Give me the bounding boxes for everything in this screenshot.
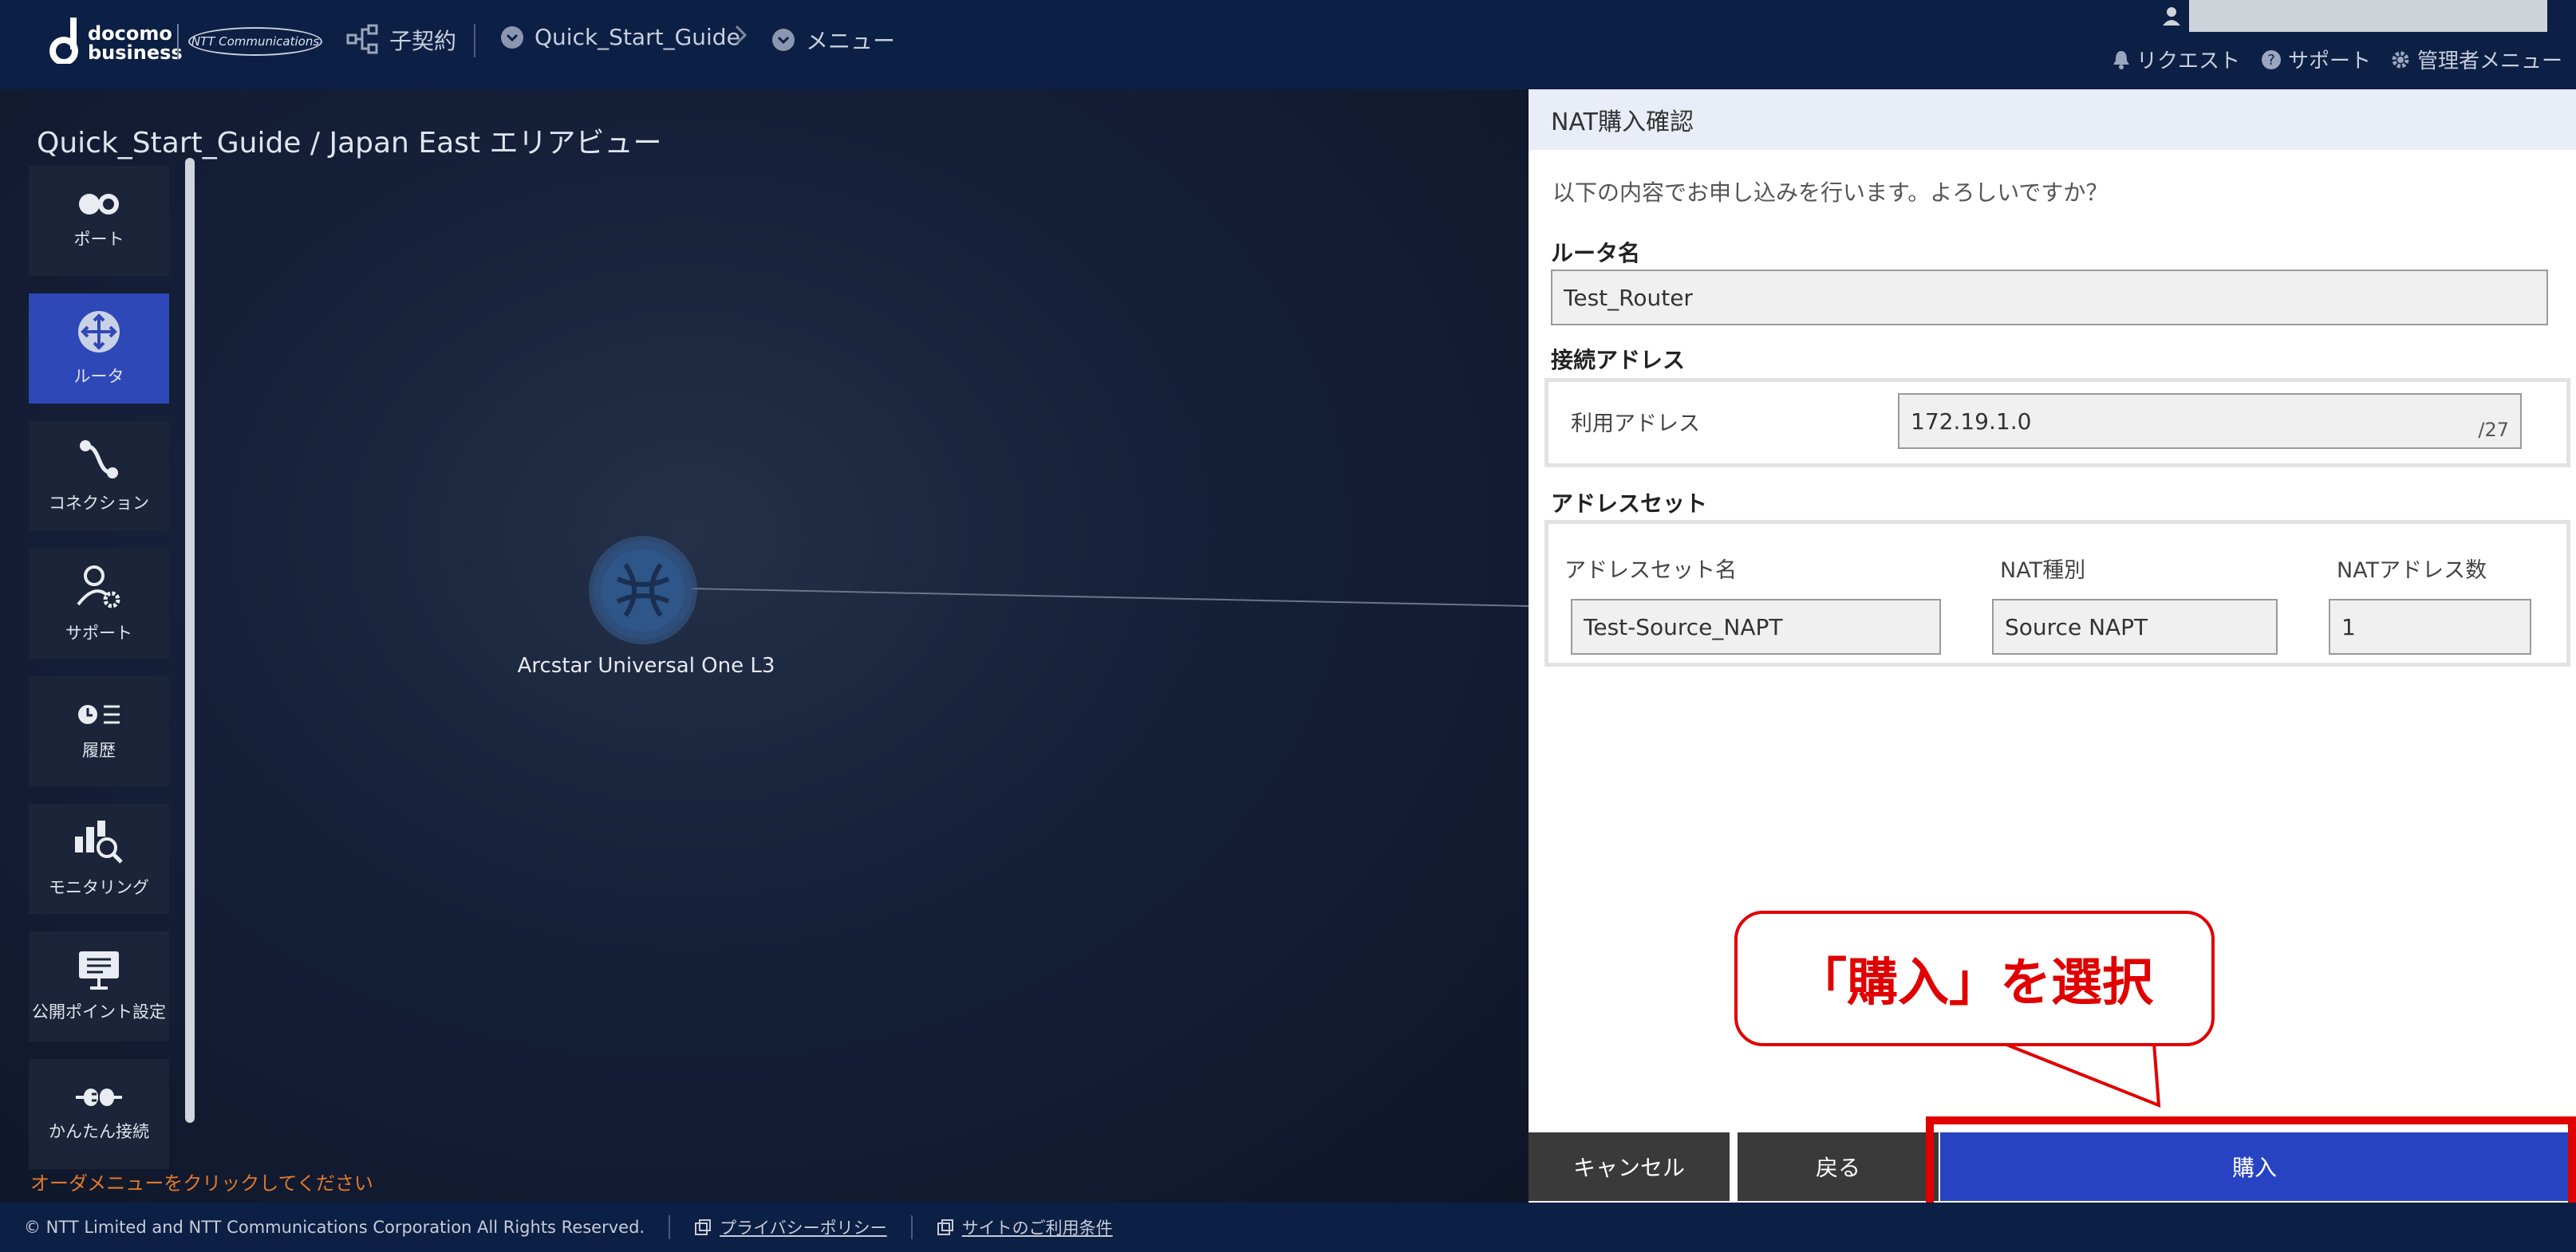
request-link[interactable]: リクエスト bbox=[2112, 45, 2240, 74]
nat-type-label: NAT種別 bbox=[2000, 558, 2086, 583]
confirm-message: 以下の内容でお申し込みを行います。よろしいですか？ bbox=[1552, 179, 2109, 206]
network-node-icon bbox=[602, 549, 684, 632]
address-set-label: アドレスセット bbox=[1551, 490, 1708, 517]
logo-divider bbox=[177, 24, 179, 59]
external-link-icon bbox=[937, 1219, 953, 1235]
panel-title: NAT購入確認 bbox=[1529, 89, 2576, 150]
admin-menu-link-label: 管理者メニュー bbox=[2417, 49, 2563, 73]
sidebar-item-label: サポート bbox=[65, 624, 132, 643]
terms-link[interactable]: サイトのご利用条件 bbox=[937, 1215, 1113, 1239]
nat-count-label: NATアドレス数 bbox=[2337, 558, 2487, 583]
sidebar-item-history[interactable]: 履歴 bbox=[29, 676, 169, 786]
external-link-icon bbox=[695, 1219, 712, 1235]
sidebar-item-port[interactable]: ポート bbox=[29, 166, 169, 276]
history-icon bbox=[78, 705, 120, 724]
connection-icon bbox=[80, 440, 118, 478]
cancel-button[interactable]: キャンセル bbox=[1529, 1132, 1730, 1201]
support-link[interactable]: ? サポート bbox=[2261, 45, 2371, 74]
breadcrumb-menu[interactable]: メニュー bbox=[772, 24, 895, 56]
support-icon bbox=[77, 565, 120, 608]
breadcrumb-quick-start[interactable]: Quick_Start_Guide bbox=[501, 24, 740, 50]
gear-icon bbox=[2392, 51, 2409, 68]
router-name-field: Test_Router bbox=[1551, 270, 2548, 325]
sidebar-item-label: 公開ポイント設定 bbox=[32, 1002, 166, 1022]
sidebar-item-support[interactable]: サポート bbox=[29, 549, 169, 659]
nat-type-field: Source NAPT bbox=[1992, 599, 2278, 655]
arcstar-node-label: Arcstar Universal One L3 bbox=[517, 654, 775, 678]
logo-text-line1: docomo bbox=[88, 22, 172, 45]
sidebar-item-label: 履歴 bbox=[82, 741, 116, 760]
monitoring-icon bbox=[75, 821, 123, 864]
user-account-box[interactable] bbox=[2154, 0, 2547, 32]
breadcrumb-quick-start-label: Quick_Start_Guide bbox=[535, 24, 740, 50]
router-icon bbox=[78, 311, 120, 352]
use-address-value: 172.19.1.0 bbox=[1911, 407, 2032, 435]
footer-divider bbox=[669, 1215, 671, 1239]
privacy-policy-label: プライバシーポリシー bbox=[720, 1219, 887, 1238]
address-set-box: アドレスセット名 NAT種別 NATアドレス数 Test-Source_NAPT… bbox=[1544, 520, 2570, 667]
breadcrumb-arrow bbox=[734, 24, 748, 46]
sidebar-item-publish-point[interactable]: 公開ポイント設定 bbox=[29, 931, 169, 1041]
use-address-label: 利用アドレス bbox=[1571, 411, 1700, 436]
sidebar-item-connection[interactable]: コネクション bbox=[29, 421, 169, 531]
sidebar-scrollbar[interactable] bbox=[185, 158, 195, 1123]
question-icon: ? bbox=[2262, 49, 2281, 69]
breadcrumb-sub-contract[interactable]: 子契約 bbox=[346, 24, 456, 56]
copyright-text: © NTT Limited and NTT Communications Cor… bbox=[24, 1218, 645, 1237]
chevron-circle-icon bbox=[772, 29, 795, 51]
sidebar-item-router[interactable]: ルータ bbox=[29, 293, 169, 404]
router-name-label: ルータ名 bbox=[1551, 240, 1641, 266]
user-icon bbox=[2154, 0, 2189, 32]
instruction-callout: 「購入」を選択 bbox=[1734, 911, 2215, 1046]
sidebar-item-easy-connect[interactable]: かんたん接続 bbox=[29, 1059, 169, 1169]
arcstar-node[interactable] bbox=[594, 541, 692, 640]
admin-menu-link[interactable]: 管理者メニュー bbox=[2390, 45, 2562, 74]
use-address-field: 172.19.1.0 /27 bbox=[1898, 393, 2522, 449]
nat-count-field: 1 bbox=[2329, 599, 2531, 655]
sidebar-item-label: ルータ bbox=[73, 367, 124, 386]
logo-text-line2: business bbox=[88, 41, 183, 64]
callout-tail bbox=[2002, 1037, 2161, 1108]
bell-icon bbox=[2113, 50, 2129, 69]
sidebar-item-label: かんたん接続 bbox=[49, 1122, 149, 1141]
sidebar-item-label: コネクション bbox=[49, 494, 149, 513]
page-title: Quick_Start_Guide / Japan East エリアビュー bbox=[37, 127, 662, 159]
port-icon bbox=[79, 194, 119, 215]
sidebar-item-monitoring[interactable]: モニタリング bbox=[29, 804, 169, 914]
sidebar-item-label: ポート bbox=[73, 230, 124, 249]
breadcrumb-menu-label: メニュー bbox=[806, 28, 896, 54]
order-sidebar: ポート ルータ コネクション サポート 履歴 モニタリング 公開ポイント設定 か… bbox=[29, 166, 169, 1187]
sidebar-item-label: モニタリング bbox=[49, 878, 149, 897]
connection-address-label: 接続アドレス bbox=[1551, 347, 1686, 373]
purchase-highlight-frame bbox=[1926, 1116, 2576, 1215]
chevron-circle-icon bbox=[501, 26, 523, 49]
privacy-policy-link[interactable]: プライバシーポリシー bbox=[694, 1215, 887, 1239]
address-set-name-label: アドレスセット名 bbox=[1564, 558, 1737, 583]
footer: © NTT Limited and NTT Communications Cor… bbox=[0, 1203, 2576, 1252]
logo-text: docomo business bbox=[88, 24, 183, 62]
address-set-name-field: Test-Source_NAPT bbox=[1571, 599, 1941, 655]
easy-connect-icon bbox=[76, 1089, 122, 1106]
breadcrumb-divider bbox=[474, 24, 475, 57]
breadcrumb-sub-contract-label: 子契約 bbox=[389, 28, 457, 54]
docomo-logo-icon bbox=[49, 18, 78, 64]
use-address-suffix: /27 bbox=[2478, 419, 2509, 441]
connection-address-box: 利用アドレス 172.19.1.0 /27 bbox=[1544, 378, 2570, 467]
hierarchy-icon bbox=[346, 24, 378, 54]
chevron-right-icon bbox=[735, 25, 748, 45]
back-button[interactable]: 戻る bbox=[1738, 1132, 1939, 1201]
order-hint-text: オーダメニューをクリックしてください bbox=[30, 1172, 373, 1195]
connection-line bbox=[691, 588, 1529, 607]
area-view-canvas[interactable]: Quick_Start_Guide / Japan East エリアビュー ポー… bbox=[0, 89, 1529, 1203]
top-header: docomo business NTT Communications 子契約 Q… bbox=[0, 0, 2576, 89]
ntt-logo: NTT Communications bbox=[188, 27, 322, 56]
publish-point-icon bbox=[79, 951, 119, 990]
request-link-label: リクエスト bbox=[2136, 49, 2241, 73]
support-link-label: サポート bbox=[2288, 49, 2372, 73]
terms-label: サイトのご利用条件 bbox=[961, 1219, 1113, 1238]
svg-text:?: ? bbox=[2267, 52, 2275, 69]
footer-divider bbox=[910, 1215, 913, 1239]
